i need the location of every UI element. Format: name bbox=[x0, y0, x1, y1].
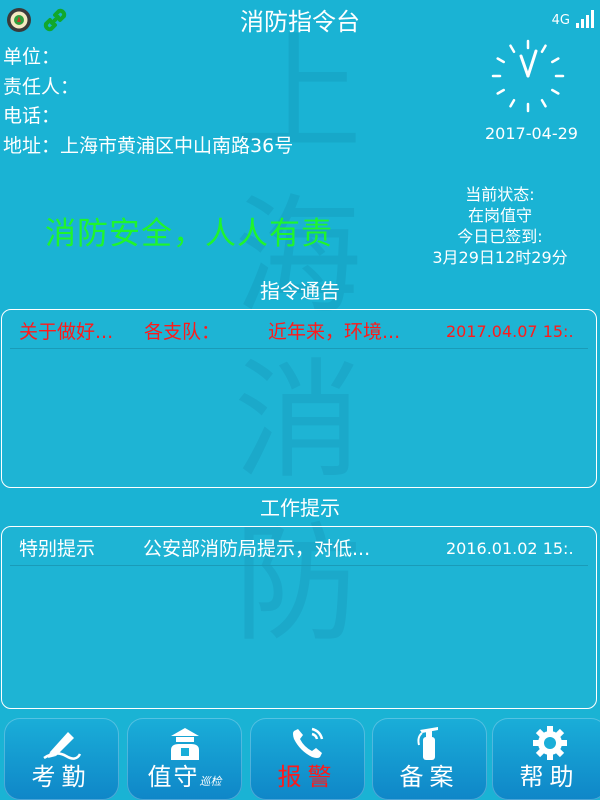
extinguisher-icon bbox=[372, 724, 487, 762]
pen-icon bbox=[4, 724, 119, 762]
sign-in-label: 今日已签到: bbox=[457, 227, 543, 246]
notice-content: 近年来，环境... bbox=[268, 321, 401, 343]
phone-label: 电话： bbox=[3, 105, 61, 127]
phone-call-icon bbox=[250, 724, 365, 762]
person-label: 责任人： bbox=[3, 75, 80, 98]
tip-item[interactable]: 特别提示 公安部消防局提示，对低... 2016.01.02 15:. bbox=[10, 533, 588, 566]
address-value: 上海市黄浦区中山南路36号 bbox=[60, 134, 294, 157]
tips-section-title: 工作提示 bbox=[260, 496, 340, 520]
signal-icon bbox=[576, 10, 594, 28]
help-label: 帮助 bbox=[519, 763, 580, 791]
address-label: 地址： bbox=[3, 134, 61, 157]
guard-icon bbox=[127, 724, 242, 762]
current-date: 2017-04-29 bbox=[485, 124, 578, 143]
state-label: 当前状态: bbox=[465, 185, 535, 204]
attendance-button[interactable]: 考勤 bbox=[4, 718, 119, 800]
record-label: 备案 bbox=[399, 763, 460, 791]
gear-icon bbox=[492, 724, 600, 762]
phone-row: 电话： bbox=[3, 102, 293, 132]
address-row: 地址：上海市黄浦区中山南路36号 bbox=[3, 132, 293, 162]
notice-from: 各支队： bbox=[144, 321, 221, 343]
tips-list[interactable]: 特别提示 公安部消防局提示，对低... 2016.01.02 15:. bbox=[1, 526, 597, 709]
network-type: 4G bbox=[551, 13, 570, 28]
attendance-label: 考勤 bbox=[31, 763, 92, 791]
duty-label-sub: 巡检 bbox=[199, 775, 222, 788]
notice-item[interactable]: 关于做好... 各支队： 近年来，环境... 2017.04.07 15:. bbox=[10, 316, 588, 349]
state-value: 在岗值守 bbox=[467, 206, 532, 225]
bottom-nav: 考勤 值守巡检 报警 备案 帮助 bbox=[0, 718, 600, 800]
alarm-label: 报警 bbox=[277, 763, 338, 791]
notice-title: 关于做好... bbox=[19, 321, 114, 343]
help-button[interactable]: 帮助 bbox=[492, 718, 600, 800]
tip-title: 特别提示 bbox=[19, 538, 96, 560]
tip-date: 2016.01.02 15:. bbox=[446, 539, 574, 558]
unit-label: 单位： bbox=[3, 46, 61, 68]
clock-icon bbox=[490, 38, 566, 118]
alarm-button[interactable]: 报警 bbox=[250, 718, 365, 800]
duty-state: 当前状态: 在岗值守 今日已签到: 3月29日12时29分 bbox=[420, 184, 580, 268]
safety-slogan: 消防安全，人人有责 bbox=[45, 216, 333, 252]
person-row: 责任人： bbox=[3, 73, 293, 103]
unit-row: 单位： bbox=[3, 43, 293, 73]
tip-content: 公安部消防局提示，对低... bbox=[143, 538, 371, 560]
notice-list[interactable]: 关于做好... 各支队： 近年来，环境... 2017.04.07 15:. bbox=[1, 309, 597, 488]
duty-button[interactable]: 值守巡检 bbox=[127, 718, 242, 800]
unit-info: 单位： 责任人： 电话： 地址：上海市黄浦区中山南路36号 bbox=[3, 43, 293, 161]
notice-section-title: 指令通告 bbox=[260, 279, 340, 303]
duty-label-main: 值守 bbox=[147, 763, 200, 791]
duty-label: 值守巡检 bbox=[127, 762, 242, 797]
sign-in-time: 3月29日12时29分 bbox=[432, 248, 568, 267]
record-button[interactable]: 备案 bbox=[372, 718, 487, 800]
notice-date: 2017.04.07 15:. bbox=[446, 322, 574, 341]
app-title: 消防指令台 bbox=[240, 8, 360, 36]
status-bar: 4G bbox=[552, 10, 594, 28]
